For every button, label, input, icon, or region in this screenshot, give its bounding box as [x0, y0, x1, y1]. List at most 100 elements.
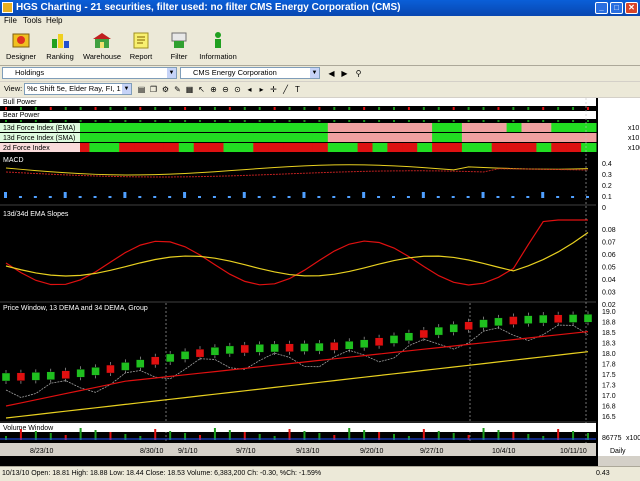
force-index-cell: [581, 143, 597, 152]
force-index-cell: [298, 143, 314, 152]
scroll-right-icon[interactable]: ▸: [256, 84, 267, 95]
macd-histogram-bar: [392, 196, 395, 198]
force-index-cell: [134, 133, 150, 142]
bull-power-bar: [213, 107, 216, 110]
security-select[interactable]: CMS Energy Corporation ▼: [180, 67, 320, 79]
settings-icon[interactable]: ⚙: [160, 84, 171, 95]
ranking-button[interactable]: Ranking: [40, 30, 80, 64]
candle-body: [16, 372, 26, 381]
date-tick-label: 10/11/10: [560, 448, 587, 455]
crosshair-icon[interactable]: ✛: [268, 84, 279, 95]
panel-header: [0, 111, 596, 119]
bear-power-bar: [437, 120, 440, 122]
bear-power-bar: [512, 120, 515, 122]
force-index-cell: [402, 123, 418, 132]
print-icon[interactable]: ▤: [136, 84, 147, 95]
force-index-cell: [536, 133, 552, 142]
report-label: Report: [129, 52, 153, 61]
menu-help[interactable]: Help: [46, 16, 62, 25]
candle-body: [121, 362, 130, 371]
holdings-select[interactable]: Holdings ▼: [2, 67, 177, 79]
maximize-button[interactable]: □: [610, 2, 623, 14]
force-index-cell: [521, 133, 537, 142]
slopes-tick-label: 0.05: [602, 265, 616, 272]
macd-histogram-bar: [108, 196, 112, 198]
macd-histogram-bar: [48, 196, 52, 198]
force-index-cell: [432, 133, 448, 142]
bull-power-bar: [527, 107, 530, 110]
tools-icon[interactable]: ✎: [172, 84, 183, 95]
macd-histogram-bar: [317, 196, 321, 198]
bull-power-bar: [109, 107, 112, 110]
bear-power-bar: [393, 120, 395, 122]
force-index-cell: [223, 143, 239, 152]
force-index-cell: [476, 143, 493, 152]
menu-file[interactable]: File: [4, 16, 17, 25]
force-index-cell: [521, 123, 537, 132]
force-index-title: 13d Force Index (EMA): [3, 125, 75, 132]
candle-body: [240, 344, 249, 354]
force-index-cell: [357, 133, 373, 142]
copy-icon[interactable]: ❐: [148, 84, 159, 95]
zoom-out-icon[interactable]: ⊖: [220, 84, 231, 95]
volume-bar: [422, 429, 425, 440]
chevron-down-icon: ▼: [167, 68, 176, 78]
force-index-cell: [506, 143, 522, 152]
warehouse-button[interactable]: Warehouse: [82, 30, 122, 64]
chart-icon[interactable]: ▦: [184, 84, 195, 95]
binoculars-icon[interactable]: ⚲: [353, 68, 364, 79]
force-index-cell: [178, 143, 195, 152]
force-index-cell: [208, 143, 224, 152]
panel-header: [0, 98, 596, 106]
information-button[interactable]: Information: [198, 30, 238, 64]
volume-bar: [154, 429, 157, 440]
previous-icon[interactable]: ◀: [326, 68, 337, 79]
close-button[interactable]: ✕: [625, 2, 638, 14]
view-select[interactable]: %c Shift 5e, Elder Ray, FI, 1 ▼: [24, 83, 132, 95]
text-tool-icon[interactable]: T: [292, 84, 303, 95]
force-index-cell: [491, 123, 508, 132]
bear-power-bar: [258, 120, 261, 122]
bull-power-bar: [572, 107, 575, 110]
force-index-cell: [461, 143, 478, 152]
designer-button[interactable]: Designer: [1, 30, 41, 64]
force-index-cell: [357, 123, 373, 132]
force-index-cell: [476, 133, 493, 142]
line-tool-icon[interactable]: ╱: [280, 84, 291, 95]
macd-histogram-bar: [511, 196, 515, 198]
macd-tick-label: 0.2: [602, 183, 612, 190]
information-label: Information: [199, 52, 237, 61]
force-index-cell: [417, 133, 433, 142]
bear-power-bar: [19, 120, 22, 122]
menu-tools[interactable]: Tools: [23, 16, 42, 25]
price-tick-label: 19.0: [602, 309, 616, 316]
filter-button[interactable]: Filter: [159, 30, 199, 64]
macd-histogram-bar: [436, 196, 440, 198]
candle-body: [330, 342, 339, 351]
macd-histogram-bar: [4, 192, 7, 198]
force-index-cell: [149, 123, 165, 132]
pointer-icon[interactable]: ↖: [196, 84, 207, 95]
chart-canvas[interactable]: Bull Power Bear Power 13d Force Index (EMA…: [0, 98, 640, 466]
candle-body: [136, 359, 145, 368]
next-icon[interactable]: ▶: [339, 68, 350, 79]
report-button[interactable]: Report: [121, 30, 161, 64]
bear-power-bar: [228, 120, 231, 122]
zoom-in-icon[interactable]: ⊕: [208, 84, 219, 95]
force-index-cell: [342, 133, 359, 142]
date-tick-label: 8/30/10: [140, 448, 163, 455]
bull-power-bar: [467, 107, 470, 110]
candle-body: [165, 353, 175, 363]
zoom-fit-icon[interactable]: ⊙: [232, 84, 243, 95]
minimize-button[interactable]: _: [595, 2, 608, 14]
bull-power-bar: [79, 107, 82, 110]
app-icon: [2, 2, 13, 13]
force-index-cell: [432, 143, 448, 152]
force-index-cell: [521, 143, 537, 152]
bear-power-bar: [348, 120, 351, 122]
force-index-cell: [312, 123, 329, 132]
scroll-left-icon[interactable]: ◂: [244, 84, 255, 95]
bull-power-bar: [5, 107, 7, 110]
bear-power-bar: [64, 120, 67, 122]
price-tick-label: 18.8: [602, 320, 616, 327]
